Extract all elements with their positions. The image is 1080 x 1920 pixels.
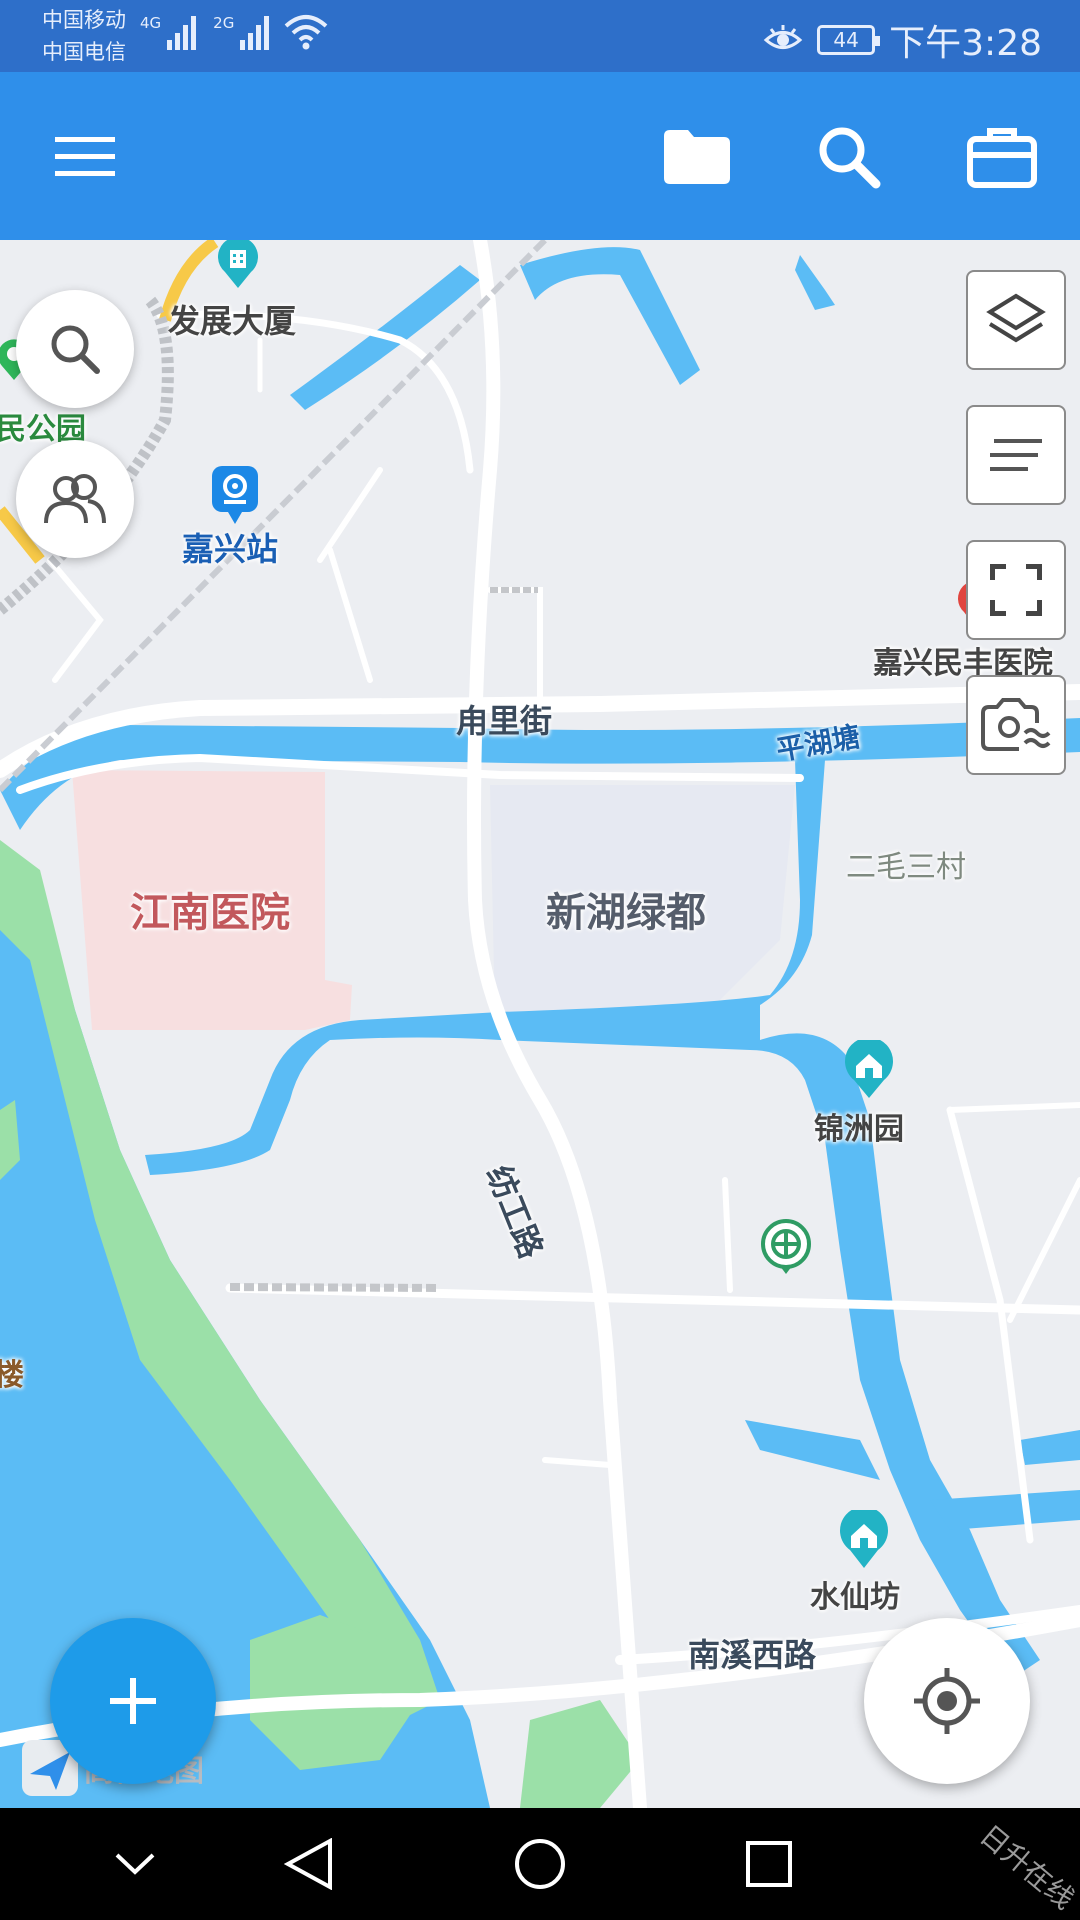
back-triangle-icon xyxy=(284,1838,332,1890)
search-button[interactable] xyxy=(804,112,894,202)
poi-label: 发展大厦 xyxy=(168,302,297,340)
wifi-icon xyxy=(285,15,328,50)
home-circle-icon xyxy=(515,1839,565,1889)
map-view[interactable]: 发展大厦 嘉兴站 民公园 嘉兴民丰医院 甪里街 平湖塘 二毛三村 江南医院 新湖… xyxy=(0,240,1080,1808)
hide-nav-button[interactable] xyxy=(100,1834,170,1894)
map-search-button[interactable] xyxy=(16,290,134,408)
clock: 下午3:28 xyxy=(889,23,1042,64)
carrier-2: 中国电信 xyxy=(42,40,126,64)
fullscreen-button[interactable] xyxy=(966,540,1066,640)
status-bar: 中国移动 中国电信 4G 2G 44 下午3:28 xyxy=(0,0,1080,72)
signal-indicators: 4G 2G xyxy=(140,14,328,50)
green-island xyxy=(520,1700,640,1808)
locate-icon xyxy=(914,1668,980,1734)
toolbox-button[interactable] xyxy=(957,112,1047,202)
poi-label: 楼 xyxy=(0,1358,24,1393)
canal xyxy=(1020,1430,1080,1465)
canal xyxy=(795,255,835,310)
net-type-1: 4G xyxy=(140,14,162,32)
locate-button[interactable] xyxy=(864,1618,1030,1784)
village-label: 二毛三村 xyxy=(846,850,966,885)
list-button[interactable] xyxy=(966,405,1066,505)
carrier-1: 中国移动 xyxy=(42,8,126,32)
net-type-2: 2G xyxy=(213,14,235,32)
group-icon xyxy=(44,474,106,524)
battery-icon: 44 xyxy=(817,25,881,55)
search-icon xyxy=(819,127,881,189)
battery-level: 44 xyxy=(833,28,859,52)
building-pin-icon[interactable] xyxy=(215,240,261,290)
app-bar xyxy=(0,72,1080,240)
camera-layer-button[interactable] xyxy=(966,675,1066,775)
layers-icon xyxy=(986,293,1046,343)
road-label: 南溪西路 xyxy=(688,1636,817,1674)
recents-button[interactable] xyxy=(734,1834,804,1894)
system-nav-bar: 日升在线 xyxy=(0,1808,1080,1920)
list-icon xyxy=(990,439,1042,471)
house-pin-icon[interactable] xyxy=(838,1506,890,1570)
watermark: 日升在线 xyxy=(973,1818,1080,1916)
eye-comfort-icon xyxy=(763,25,803,49)
home-button[interactable] xyxy=(505,1834,575,1894)
area-label-residential: 新湖绿都 xyxy=(546,890,706,936)
canal xyxy=(520,247,700,385)
group-button[interactable] xyxy=(16,440,134,558)
dashed-road xyxy=(229,1283,441,1292)
poi-label: 水仙坊 xyxy=(810,1580,900,1615)
plus-icon xyxy=(110,1678,156,1724)
folder-button[interactable] xyxy=(652,112,742,202)
canal xyxy=(930,1490,1080,1530)
add-button[interactable] xyxy=(50,1618,216,1784)
back-chevron-icon xyxy=(115,1853,155,1875)
map-base xyxy=(0,240,1080,1808)
fullscreen-icon xyxy=(990,564,1042,616)
layers-button[interactable] xyxy=(966,270,1066,370)
toolbox-icon xyxy=(967,128,1037,188)
station-pin-icon[interactable] xyxy=(210,464,260,526)
signal-bars-icon xyxy=(167,16,197,50)
menu-button[interactable] xyxy=(40,112,130,202)
street-label: 甪里街 xyxy=(456,702,553,740)
search-icon xyxy=(51,325,100,374)
station-label: 嘉兴站 xyxy=(182,530,279,568)
bank-pin-icon[interactable] xyxy=(760,1218,812,1276)
status-right: 44 下午3:28 xyxy=(763,14,1042,66)
signal-bars-icon xyxy=(240,16,270,50)
folder-icon xyxy=(664,130,730,184)
camera-wave-icon xyxy=(981,698,1051,751)
canal xyxy=(745,1420,880,1480)
recents-square-icon xyxy=(746,1841,792,1887)
garden-label: 锦洲园 xyxy=(814,1112,904,1147)
garden-pin-icon[interactable] xyxy=(842,1037,896,1100)
area-label-hospital: 江南医院 xyxy=(130,890,290,936)
back-button[interactable] xyxy=(274,1834,344,1894)
menu-icon xyxy=(55,137,115,176)
